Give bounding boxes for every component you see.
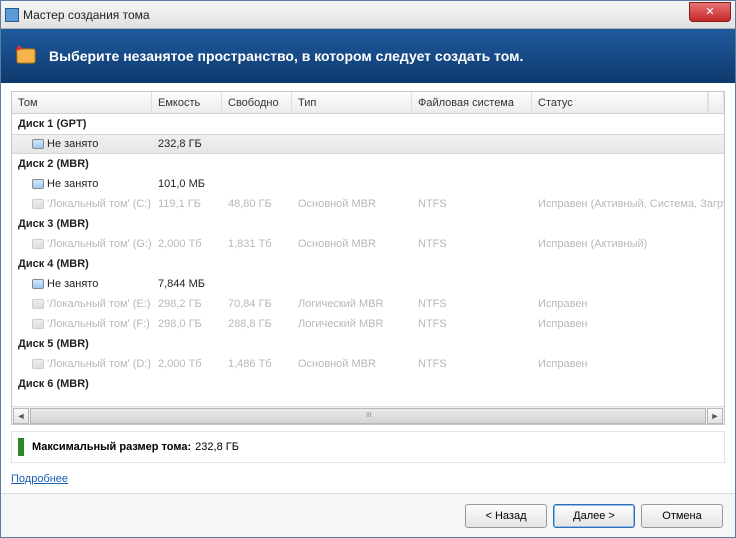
window-title: Мастер создания тома — [23, 8, 150, 22]
table-row: 'Локальный том' (C:)119,1 ГБ48,80 ГБОсно… — [12, 194, 724, 214]
table-row[interactable]: Не занято232,8 ГБ — [12, 134, 724, 154]
disk-header[interactable]: Диск 5 (MBR) — [12, 334, 724, 354]
disk-header[interactable]: Диск 4 (MBR) — [12, 254, 724, 274]
scroll-thumb[interactable] — [30, 408, 706, 424]
table-row: 'Локальный том' (G:)2,000 Тб1,831 ТбОсно… — [12, 234, 724, 254]
cancel-button[interactable]: Отмена — [641, 504, 723, 528]
banner-text: Выберите незанятое пространство, в котор… — [49, 48, 523, 64]
wizard-icon — [13, 43, 39, 69]
col-status[interactable]: Статус — [532, 92, 708, 113]
scroll-spacer — [708, 92, 724, 113]
volume-icon — [32, 139, 44, 149]
titlebar[interactable]: Мастер создания тома ✕ — [1, 1, 735, 29]
close-button[interactable]: ✕ — [689, 2, 731, 22]
disk-header[interactable]: Диск 1 (GPT) — [12, 114, 724, 134]
next-button[interactable]: Далее > — [553, 504, 635, 528]
col-capacity[interactable]: Емкость — [152, 92, 222, 113]
wizard-window: Мастер создания тома ✕ Выберите незанято… — [0, 0, 736, 538]
col-filesystem[interactable]: Файловая система — [412, 92, 532, 113]
max-size-value: 232,8 ГБ — [195, 441, 239, 453]
col-volume[interactable]: Том — [12, 92, 152, 113]
table-row: 'Локальный том' (F:)298,0 ГБ288,8 ГБЛоги… — [12, 314, 724, 334]
col-free[interactable]: Свободно — [222, 92, 292, 113]
volume-icon — [32, 299, 44, 309]
volume-icon — [32, 239, 44, 249]
more-link[interactable]: Подробнее — [11, 473, 725, 485]
horizontal-scrollbar[interactable]: ◄ ► — [12, 406, 724, 424]
volume-icon — [32, 179, 44, 189]
table-row: 'Локальный том' (E:)298,2 ГБ70,84 ГБЛоги… — [12, 294, 724, 314]
scroll-left-arrow[interactable]: ◄ — [13, 408, 29, 424]
table-row: 'Локальный том' (D:)2,000 Тб1,486 ТбОсно… — [12, 354, 724, 374]
table-row[interactable]: Не занято7,844 МБ — [12, 274, 724, 294]
volume-icon — [32, 279, 44, 289]
footer: < Назад Далее > Отмена — [1, 493, 735, 537]
col-type[interactable]: Тип — [292, 92, 412, 113]
banner: Выберите незанятое пространство, в котор… — [1, 29, 735, 83]
table-row[interactable]: Не занято101,0 МБ — [12, 174, 724, 194]
back-button[interactable]: < Назад — [465, 504, 547, 528]
size-bar-icon — [18, 438, 24, 456]
volume-icon — [32, 319, 44, 329]
table-body[interactable]: Диск 1 (GPT)Не занято232,8 ГБДиск 2 (MBR… — [12, 114, 724, 406]
disk-header[interactable]: Диск 6 (MBR) — [12, 374, 724, 394]
content-area: Том Емкость Свободно Тип Файловая систем… — [1, 83, 735, 493]
disk-header[interactable]: Диск 2 (MBR) — [12, 154, 724, 174]
volume-icon — [32, 359, 44, 369]
volume-table: Том Емкость Свободно Тип Файловая систем… — [11, 91, 725, 425]
max-size-label: Максимальный размер тома: — [32, 441, 191, 453]
volume-icon — [32, 199, 44, 209]
app-icon — [5, 8, 19, 22]
max-size-panel: Максимальный размер тома: 232,8 ГБ — [11, 431, 725, 463]
disk-header[interactable]: Диск 3 (MBR) — [12, 214, 724, 234]
table-header: Том Емкость Свободно Тип Файловая систем… — [12, 92, 724, 114]
scroll-right-arrow[interactable]: ► — [707, 408, 723, 424]
